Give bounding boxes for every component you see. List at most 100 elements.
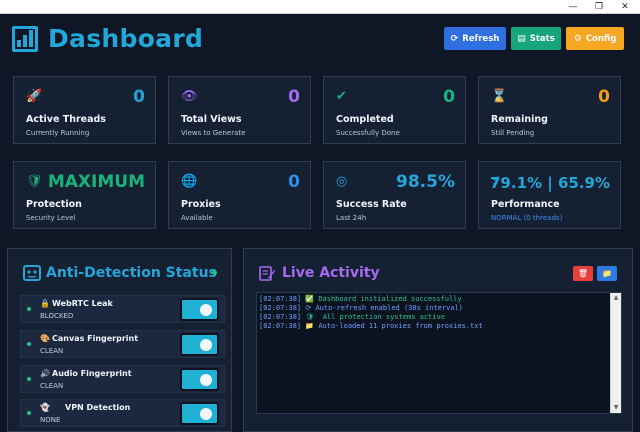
activity-log[interactable]: [02:07:38] ✅ Dashboard initialized succe… xyxy=(256,292,622,414)
stats-icon: ▤ xyxy=(517,33,526,44)
open-folder-button[interactable]: 📁 xyxy=(597,266,617,281)
list-item-audio-fingerprint: 🔊 Audio Fingerprint CLEAN xyxy=(20,365,225,393)
log-line: [02:07:38] ⟳ Auto-refresh enabled (30s i… xyxy=(259,304,463,312)
mask-icon xyxy=(23,265,41,281)
globe-icon: 🌐 xyxy=(181,174,198,189)
success-rate-title: Success Rate xyxy=(336,199,407,210)
proxies-value: 0 xyxy=(288,172,300,192)
refresh-button[interactable]: ⟳ Refresh xyxy=(444,27,506,50)
card-success-rate: ◎ 98.5% Success Rate Last 24h xyxy=(323,161,466,229)
webrtc-leak-toggle[interactable] xyxy=(180,298,219,321)
trash-icon: 🗑 xyxy=(577,269,589,278)
proxies-subtitle: Available xyxy=(181,214,213,222)
refresh-label: Refresh xyxy=(462,33,500,44)
vpn-detection-label: VPN Detection xyxy=(65,403,131,412)
log-lines: [02:07:38] ✅ Dashboard initialized succe… xyxy=(259,295,603,331)
card-protection: 🛡 MAXIMUM Protection Security Level xyxy=(13,161,156,229)
active-threads-value: 0 xyxy=(133,87,145,107)
minimize-button[interactable]: — xyxy=(562,0,584,14)
shield-icon: 🛡 xyxy=(26,174,43,189)
active-dot xyxy=(27,307,31,311)
audio-fingerprint-status: CLEAN xyxy=(40,382,64,390)
log-scrollbar[interactable]: ▲ ▼ xyxy=(610,293,621,413)
folder-icon: 📁 xyxy=(602,269,612,278)
card-remaining: ⌛ 0 Remaining Still Pending xyxy=(478,76,621,144)
protection-title: Protection xyxy=(26,199,82,210)
total-views-value: 0 xyxy=(288,87,300,107)
performance-subtitle: NORMAL (0 threads) xyxy=(491,214,563,222)
audio-fingerprint-label: Audio Fingerprint xyxy=(52,369,132,378)
completed-title: Completed xyxy=(336,114,394,125)
active-dot xyxy=(27,342,31,346)
active-threads-title: Active Threads xyxy=(26,114,106,125)
speaker-icon: 🔊 xyxy=(40,369,50,378)
vpn-detection-toggle[interactable] xyxy=(180,402,219,425)
live-activity-title: Live Activity xyxy=(282,265,380,281)
list-item-webrtc-leak: 🔒 WebRTC Leak BLOCKED xyxy=(20,295,225,323)
canvas-fingerprint-toggle[interactable] xyxy=(180,333,219,356)
scroll-down-arrow-icon[interactable]: ▼ xyxy=(611,403,621,413)
list-item-vpn-detection: 👻 VPN Detection NONE xyxy=(20,399,225,427)
card-completed: ✔ 0 Completed Successfully Done xyxy=(323,76,466,144)
card-active-threads: 🚀 0 Active Threads Currently Running xyxy=(13,76,156,144)
success-rate-value: 98.5% xyxy=(396,172,455,192)
active-threads-subtitle: Currently Running xyxy=(26,129,90,137)
target-icon: ◎ xyxy=(336,174,348,189)
config-label: Config xyxy=(585,33,617,44)
live-activity-panel: Live Activity 🗑 📁 [02:07:38] ✅ Dashboard… xyxy=(243,248,633,432)
completed-subtitle: Successfully Done xyxy=(336,129,400,137)
folder-icon: 📁 xyxy=(305,322,315,330)
checkmark-icon: ✅ xyxy=(305,295,315,303)
remaining-value: 0 xyxy=(598,87,610,107)
rocket-icon: 🚀 xyxy=(26,89,43,104)
log-line: [02:07:38] ✅ Dashboard initialized succe… xyxy=(259,295,462,303)
hourglass-icon: ⌛ xyxy=(491,89,508,104)
eye-icon: 👁 xyxy=(181,89,198,104)
protection-subtitle: Security Level xyxy=(26,214,76,222)
total-views-title: Total Views xyxy=(181,114,242,125)
stats-label: Stats xyxy=(529,33,555,44)
config-button[interactable]: ⚙ Config xyxy=(566,27,624,50)
anti-detection-title: Anti-Detection Status xyxy=(46,265,217,281)
stats-button[interactable]: ▤ Stats xyxy=(511,27,561,50)
vpn-detection-status: NONE xyxy=(40,416,61,424)
gear-icon: ⚙ xyxy=(573,33,582,44)
refresh-icon: ⟳ xyxy=(305,304,312,312)
palette-icon: 🎨 xyxy=(40,334,50,343)
edit-document-icon xyxy=(259,266,275,281)
webrtc-leak-status: BLOCKED xyxy=(40,312,74,320)
card-performance: ⚡ 79.1% | 65.9% Performance NORMAL (0 th… xyxy=(478,161,621,229)
status-indicator xyxy=(212,270,217,275)
list-item-canvas-fingerprint: 🎨 Canvas Fingerprint CLEAN xyxy=(20,330,225,358)
proxies-title: Proxies xyxy=(181,199,221,210)
performance-value: 79.1% | 65.9% xyxy=(490,174,610,192)
protection-value: MAXIMUM xyxy=(47,172,145,192)
bar-chart-logo-icon xyxy=(12,26,38,52)
audio-fingerprint-toggle[interactable] xyxy=(180,368,219,391)
performance-title: Performance xyxy=(491,199,560,210)
completed-value: 0 xyxy=(443,87,455,107)
success-rate-subtitle: Last 24h xyxy=(336,214,367,222)
close-button[interactable]: ✕ xyxy=(614,0,636,14)
maximize-button[interactable]: ❐ xyxy=(588,0,610,14)
anti-detection-panel: Anti-Detection Status 🔒 WebRTC Leak BLOC… xyxy=(7,248,232,432)
log-line: [02:07:38] 🛡 All protection systems acti… xyxy=(259,313,445,321)
log-line: [02:07:38] 📁 Auto-loaded 11 proxies from… xyxy=(259,322,483,330)
card-total-views: 👁 0 Total Views Views to Generate xyxy=(168,76,311,144)
checkmark-icon: ✔ xyxy=(336,89,347,104)
window-titlebar: — ❐ ✕ xyxy=(0,0,640,14)
refresh-icon: ⟳ xyxy=(450,33,459,44)
canvas-fingerprint-label: Canvas Fingerprint xyxy=(52,334,139,343)
canvas-fingerprint-status: CLEAN xyxy=(40,347,64,355)
total-views-subtitle: Views to Generate xyxy=(181,129,246,137)
remaining-subtitle: Still Pending xyxy=(491,129,535,137)
active-dot xyxy=(27,377,31,381)
page-title: Dashboard xyxy=(48,24,204,53)
webrtc-leak-label: WebRTC Leak xyxy=(52,299,113,308)
card-proxies: 🌐 0 Proxies Available xyxy=(168,161,311,229)
ghost-icon: 👻 xyxy=(40,403,50,412)
lock-icon: 🔒 xyxy=(40,299,50,308)
clear-log-button[interactable]: 🗑 xyxy=(573,266,593,281)
shield-icon: 🛡 xyxy=(305,313,315,321)
scroll-up-arrow-icon[interactable]: ▲ xyxy=(611,293,621,303)
